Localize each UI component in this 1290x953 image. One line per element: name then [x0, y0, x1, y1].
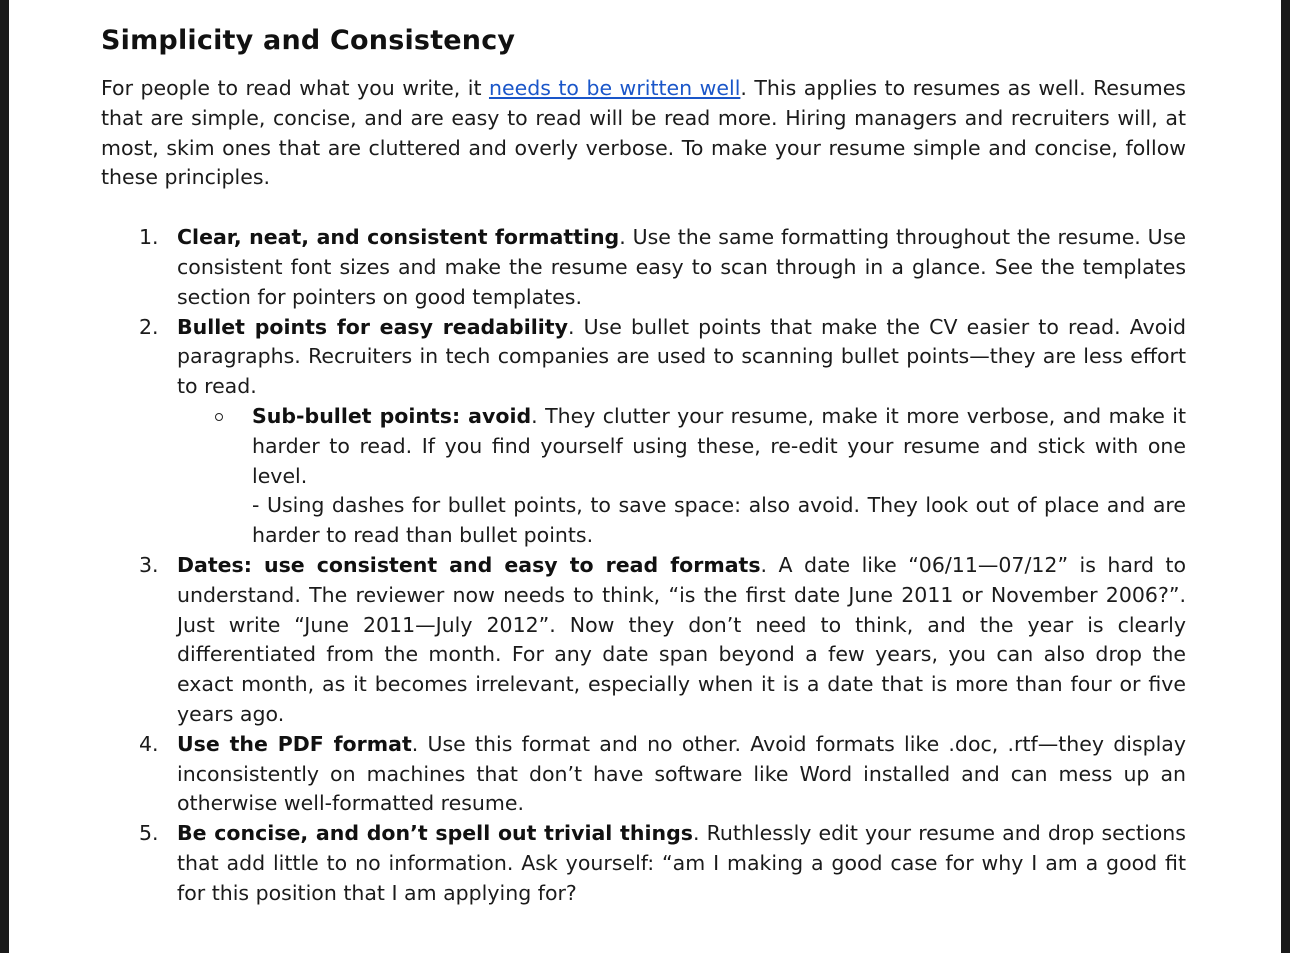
list-number: 1.	[139, 225, 159, 250]
principle-lead: Dates: use consistent and easy to read f…	[177, 552, 761, 577]
written-well-link[interactable]: needs to be written well	[489, 76, 740, 100]
principle-lead: Be concise, and don’t spell out trivial …	[177, 821, 693, 846]
principle-item-formatting: 1. Clear, neat, and consistent formatting…	[139, 223, 1186, 312]
principle-lead: Bullet points for easy readability	[177, 314, 568, 339]
section-heading: Simplicity and Consistency	[101, 25, 516, 56]
document-page: Simplicity and Consistency For people to…	[9, 0, 1281, 953]
principle-lead: Clear, neat, and consistent formatting	[177, 225, 620, 250]
hollow-circle-bullet-icon	[215, 412, 223, 421]
sub-bullet-lead: Sub-bullet points: avoid	[252, 403, 532, 428]
list-number: 3.	[139, 552, 159, 577]
principle-item-concise: 5. Be concise, and don’t spell out trivia…	[139, 819, 1186, 908]
principle-lead: Use the PDF format	[177, 731, 412, 756]
list-number: 2.	[139, 314, 159, 339]
document-content: Simplicity and Consistency For people to…	[101, 20, 1186, 909]
principle-text: . A date like “06/11—07/12” is hard to u…	[177, 552, 1186, 726]
dash-note: - Using dashes for bullet points, to sav…	[252, 493, 1186, 548]
principle-item-bullets: 2. Bullet points for easy readability. Us…	[139, 313, 1186, 551]
principle-item-pdf: 4. Use the PDF format. Use this format an…	[139, 730, 1186, 819]
principles-list: 1. Clear, neat, and consistent formatting…	[101, 223, 1186, 908]
list-number: 4.	[139, 731, 159, 756]
principle-item-dates: 3. Dates: use consistent and easy to read…	[139, 551, 1186, 730]
intro-text-before-link: For people to read what you write, it	[101, 76, 489, 100]
sub-bullet-item: Sub-bullet points: avoid. They clutter y…	[215, 402, 1186, 491]
list-number: 5.	[139, 821, 159, 846]
intro-paragraph: For people to read what you write, it ne…	[101, 74, 1186, 193]
